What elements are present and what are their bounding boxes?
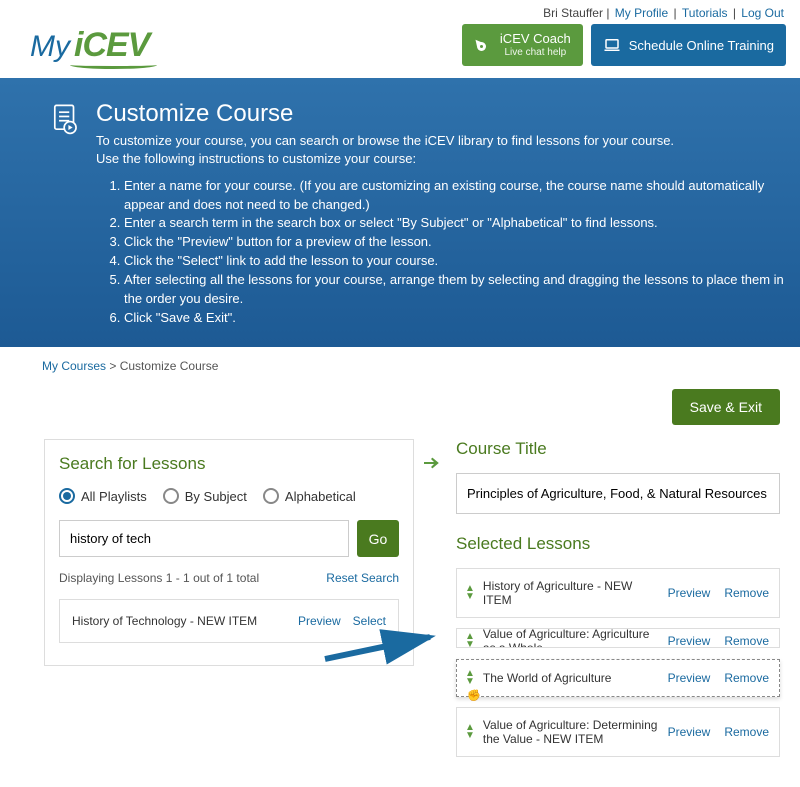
lesson-name: Value of Agriculture: Agriculture as a W…	[483, 628, 660, 648]
hero-title: Customize Course	[96, 100, 786, 128]
tutorials-link[interactable]: Tutorials	[682, 6, 728, 20]
hero-step: Click "Save & Exit".	[124, 309, 786, 328]
hero-step: After selecting all the lessons for your…	[124, 271, 786, 309]
radio-icon	[263, 488, 279, 504]
breadcrumb-current: Customize Course	[120, 359, 219, 373]
arrow-right-icon	[420, 451, 444, 478]
logo-my: My	[30, 30, 70, 64]
hero-step: Enter a search term in the search box or…	[124, 214, 786, 233]
selected-lesson-row-dragging[interactable]: ▲▼ The World of Agriculture Preview Remo…	[456, 659, 780, 697]
search-panel: Search for Lessons All Playlists By Subj…	[44, 439, 414, 666]
logo-icev: iCEV	[74, 26, 149, 65]
radio-alphabetical[interactable]: Alphabetical	[263, 488, 356, 504]
radio-all-playlists[interactable]: All Playlists	[59, 488, 147, 504]
lesson-remove-link[interactable]: Remove	[724, 671, 769, 685]
go-button[interactable]: Go	[357, 520, 399, 557]
course-title-heading: Course Title	[456, 439, 780, 459]
result-select-link[interactable]: Select	[353, 614, 386, 628]
drag-handle-icon[interactable]: ▲▼	[465, 633, 475, 648]
search-result-row: History of Technology - NEW ITEM Preview…	[59, 599, 399, 643]
grab-cursor-icon: ✊	[467, 689, 481, 702]
search-input[interactable]	[59, 520, 349, 557]
hero-step: Click the "Select" link to add the lesso…	[124, 252, 786, 271]
breadcrumb-root[interactable]: My Courses	[42, 359, 106, 373]
hero-intro-1: To customize your course, you can search…	[96, 132, 786, 150]
logout-link[interactable]: Log Out	[741, 6, 784, 20]
hero-banner: Customize Course To customize your cours…	[0, 78, 800, 347]
user-name: Bri Stauffer	[543, 6, 603, 20]
whistle-icon	[474, 36, 492, 54]
result-name: History of Technology - NEW ITEM	[72, 614, 257, 628]
course-title-input[interactable]	[456, 473, 780, 514]
drag-handle-icon[interactable]: ▲▼	[465, 670, 475, 686]
lesson-remove-link[interactable]: Remove	[724, 586, 769, 600]
header: My iCEV iCEV Coach Live chat help Schedu…	[0, 20, 800, 78]
hero-intro-2: Use the following instructions to custom…	[96, 150, 786, 168]
user-top-bar: Bri Stauffer | My Profile | Tutorials | …	[0, 0, 800, 20]
lesson-preview-link[interactable]: Preview	[668, 634, 711, 648]
breadcrumb: My Courses > Customize Course	[0, 347, 800, 383]
selected-lessons-heading: Selected Lessons	[456, 534, 780, 554]
lesson-preview-link[interactable]: Preview	[668, 671, 711, 685]
selected-lesson-row[interactable]: ▲▼ Value of Agriculture: Agriculture as …	[456, 628, 780, 648]
lesson-name: Value of Agriculture: Determining the Va…	[483, 718, 660, 746]
radio-by-subject[interactable]: By Subject	[163, 488, 247, 504]
selected-lesson-row[interactable]: ▲▼ History of Agriculture - NEW ITEM Pre…	[456, 568, 780, 618]
coach-title: iCEV Coach	[500, 31, 571, 46]
lesson-name: History of Agriculture - NEW ITEM	[483, 579, 660, 607]
course-panel: Course Title Selected Lessons ▲▼ History…	[450, 439, 780, 767]
icev-coach-button[interactable]: iCEV Coach Live chat help	[462, 24, 583, 66]
laptop-icon	[603, 36, 621, 54]
hero-step: Enter a name for your course. (If you ar…	[124, 177, 786, 215]
document-icon	[48, 102, 82, 136]
selected-lesson-row[interactable]: ▲▼ Value of Agriculture: Determining the…	[456, 707, 780, 757]
logo: My iCEV	[30, 26, 149, 65]
radio-icon	[163, 488, 179, 504]
radio-icon	[59, 488, 75, 504]
result-preview-link[interactable]: Preview	[298, 614, 341, 628]
search-heading: Search for Lessons	[59, 454, 399, 474]
lesson-remove-link[interactable]: Remove	[724, 634, 769, 648]
reset-search-link[interactable]: Reset Search	[326, 571, 399, 585]
result-count: Displaying Lessons 1 - 1 out of 1 total	[59, 571, 259, 585]
hero-step: Click the "Preview" button for a preview…	[124, 233, 786, 252]
lesson-name: The World of Agriculture	[483, 671, 660, 685]
hero-steps: Enter a name for your course. (If you ar…	[124, 177, 786, 328]
breadcrumb-sep: >	[109, 359, 116, 373]
lesson-preview-link[interactable]: Preview	[668, 586, 711, 600]
drag-handle-icon[interactable]: ▲▼	[465, 724, 475, 740]
my-profile-link[interactable]: My Profile	[615, 6, 668, 20]
schedule-training-button[interactable]: Schedule Online Training	[591, 24, 786, 66]
save-exit-button[interactable]: Save & Exit	[672, 389, 780, 425]
drag-handle-icon[interactable]: ▲▼	[465, 585, 475, 601]
training-label: Schedule Online Training	[629, 38, 774, 53]
coach-sub: Live chat help	[500, 48, 571, 58]
